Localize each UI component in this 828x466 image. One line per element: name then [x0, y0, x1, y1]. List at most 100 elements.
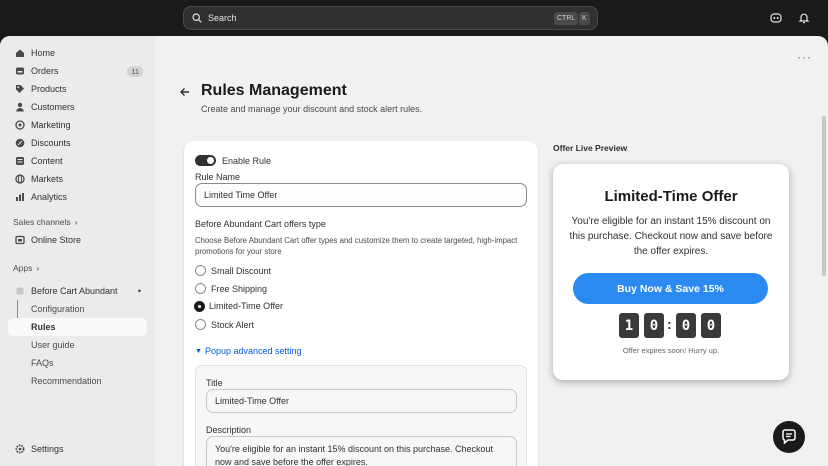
search-bar[interactable]: Search CTRL K: [183, 6, 598, 30]
content-icon: [15, 156, 25, 166]
sidebar-item-label: Markets: [31, 174, 64, 184]
enable-rule-label: Enable Rule: [222, 155, 272, 166]
radio-stock-alert[interactable]: Stock Alert: [195, 319, 254, 330]
page-subtitle: Create and manage your discount and stoc…: [201, 104, 423, 114]
sidebar-item-marketing[interactable]: Marketing: [8, 116, 147, 134]
sidebar-item-label: Orders: [31, 66, 59, 76]
pin-dot-icon: •: [137, 286, 141, 296]
sales-channels-heading[interactable]: Sales channels ›: [13, 217, 78, 227]
sidebar-subitem-faqs[interactable]: FAQs: [8, 354, 147, 372]
orders-count-badge: 11: [127, 65, 143, 77]
sidebar-item-label: Online Store: [31, 235, 82, 245]
radio-small-discount[interactable]: Small Discount: [195, 265, 271, 276]
title-label: Title: [206, 378, 223, 388]
radio-button[interactable]: [195, 283, 206, 294]
chat-support-button[interactable]: [773, 421, 805, 453]
tag-icon: [15, 84, 25, 94]
offer-preview-popup: Limited-Time Offer You're eligible for a…: [553, 164, 789, 380]
sidebar-item-markets[interactable]: Markets: [8, 170, 147, 188]
person-icon: [15, 102, 25, 112]
rule-name-input[interactable]: Limited Time Offer: [195, 183, 527, 207]
rule-name-label: Rule Name: [195, 172, 241, 182]
sidebar-item-content[interactable]: Content: [8, 152, 147, 170]
subitem-label: FAQs: [31, 358, 54, 368]
offer-type-help: Choose Before Abundant Cart offer types …: [195, 236, 518, 256]
radio-button[interactable]: [195, 265, 206, 276]
chat-icon: [782, 429, 796, 445]
enable-rule-row: Enable Rule: [195, 155, 271, 166]
top-bar: Search CTRL K: [0, 0, 828, 36]
search-icon: [192, 13, 202, 23]
radio-button[interactable]: [195, 319, 206, 330]
sidebar-item-label: Discounts: [31, 138, 71, 148]
sidebar-item-label: Customers: [31, 102, 75, 112]
sidebar-item-products[interactable]: Products: [8, 80, 147, 98]
back-arrow-icon[interactable]: [180, 87, 190, 99]
countdown-digit: 0: [644, 313, 664, 338]
chevron-right-icon: ›: [74, 217, 78, 227]
scrollbar[interactable]: [822, 116, 826, 276]
shortcut-k-key: K: [579, 12, 590, 25]
store-assistant-icon[interactable]: [769, 11, 783, 25]
enable-rule-toggle[interactable]: [195, 155, 216, 166]
description-textarea[interactable]: You're eligible for an instant 15% disco…: [206, 436, 517, 466]
subitem-label: User guide: [31, 340, 75, 350]
buy-now-button[interactable]: Buy Now & Save 15%: [573, 273, 768, 304]
sidebar-item-orders[interactable]: Orders 11: [8, 62, 147, 80]
preview-title: Limited-Time Offer: [604, 188, 738, 205]
radio-label: Free Shipping: [211, 283, 268, 294]
sidebar-subitem-configuration[interactable]: Configuration: [8, 300, 147, 318]
sidebar-item-home[interactable]: Home: [8, 44, 147, 62]
sidebar-item-label: Settings: [31, 444, 64, 454]
orders-icon: [15, 66, 25, 76]
radio-free-shipping[interactable]: Free Shipping: [195, 283, 267, 294]
sidebar-item-online-store[interactable]: Online Store: [8, 231, 147, 249]
app-icon: [15, 286, 25, 296]
sidebar-item-discounts[interactable]: Discounts: [8, 134, 147, 152]
description-label: Description: [206, 425, 252, 435]
rule-form-card: Enable Rule Rule Name Limited Time Offer…: [184, 141, 538, 466]
sidebar-subitem-recommendation[interactable]: Recommendation: [8, 372, 147, 390]
countdown-separator: :: [667, 316, 672, 332]
radio-button-selected[interactable]: [195, 301, 204, 311]
radio-limited-time-offer[interactable]: Limited-Time Offer: [195, 301, 283, 311]
store-icon: [15, 235, 25, 245]
advanced-link-label: Popup advanced setting: [204, 346, 302, 356]
sidebar-subitem-user-guide[interactable]: User guide: [8, 336, 147, 354]
sidebar-item-app[interactable]: Before Cart Abundant •: [8, 282, 147, 300]
subitem-label: Rules: [31, 322, 56, 332]
sidebar-subitem-rules[interactable]: Rules: [8, 318, 147, 336]
shortcut-ctrl-key: CTRL: [554, 12, 579, 25]
sidebar-item-label: Marketing: [31, 120, 71, 130]
globe-icon: [15, 174, 25, 184]
sidebar-item-analytics[interactable]: Analytics: [8, 188, 147, 206]
subitem-label: Configuration: [31, 304, 85, 314]
sidebar-item-customers[interactable]: Customers: [8, 98, 147, 116]
countdown-digit: 1: [619, 313, 639, 338]
more-options-icon[interactable]: ···: [797, 50, 812, 64]
page-title: Rules Management: [201, 82, 347, 99]
popup-advanced-toggle[interactable]: ▼ Popup advanced setting: [195, 346, 302, 356]
subitem-label: Recommendation: [31, 376, 102, 386]
advanced-settings-panel: Title Limited-Time Offer Description You…: [195, 365, 527, 466]
search-placeholder: Search: [208, 13, 237, 23]
countdown-digit: 0: [701, 313, 721, 338]
apps-heading[interactable]: Apps ›: [13, 263, 39, 273]
apps-label: Apps: [13, 263, 33, 273]
preview-label: Offer Live Preview: [553, 143, 628, 153]
sidebar-item-label: Products: [31, 84, 67, 94]
chevron-right-icon: ›: [36, 263, 40, 273]
app-name-label: Before Cart Abundant: [31, 286, 118, 296]
caret-down-icon: ▼: [195, 347, 202, 355]
title-input[interactable]: Limited-Time Offer: [206, 389, 517, 413]
preview-expiry-note: Offer expires soon! Hurry up.: [622, 346, 720, 355]
sidebar-item-label: Content: [31, 156, 63, 166]
gear-icon: [15, 444, 25, 454]
offer-type-label: Before Abundant Cart offers type: [195, 219, 326, 229]
sidebar-item-settings[interactable]: Settings: [8, 440, 147, 458]
sidebar: Home Orders 11 Products Customers Market…: [0, 36, 155, 466]
main-content: ··· Rules Management Create and manage y…: [155, 36, 828, 466]
radio-label: Small Discount: [211, 265, 272, 276]
discount-icon: [15, 138, 25, 148]
bell-icon[interactable]: [797, 11, 811, 25]
